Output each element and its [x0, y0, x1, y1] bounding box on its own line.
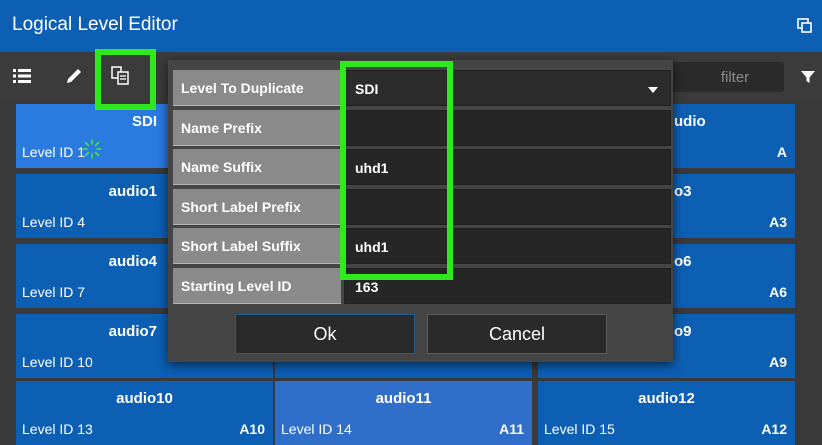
- window-title: Logical Level Editor: [12, 14, 178, 35]
- level-name: SDI: [131, 113, 157, 130]
- short-label-suffix-input[interactable]: uhd1: [344, 228, 671, 264]
- level-name: audio12: [638, 390, 695, 407]
- funnel-icon[interactable]: [800, 69, 816, 85]
- level-name: o9: [674, 323, 692, 340]
- field-label: Short Label Prefix: [173, 189, 341, 225]
- field-label: Level To Duplicate: [173, 70, 341, 106]
- starting-level-id-input[interactable]: 163: [344, 268, 671, 304]
- title-bar: Logical Level Editor: [0, 0, 822, 52]
- level-name: audio11: [375, 390, 432, 407]
- filter-input[interactable]: [656, 62, 784, 92]
- level-card[interactable]: audio12 Level ID 15 A12: [538, 381, 795, 445]
- level-id: Level ID 7: [22, 284, 86, 300]
- level-id: Level ID 13: [22, 421, 93, 437]
- level-name: o6: [674, 253, 692, 270]
- field-label: Short Label Suffix: [173, 228, 341, 264]
- level-name: o3: [674, 183, 692, 200]
- restore-window-icon[interactable]: [797, 18, 812, 33]
- level-id: Level ID 10: [22, 354, 93, 370]
- list-icon[interactable]: [8, 61, 36, 91]
- level-to-duplicate-select[interactable]: SDI: [344, 70, 671, 106]
- field-label: Name Prefix: [173, 110, 341, 146]
- duplicate-level-dialog: Level To Duplicate SDI Name Prefix Name …: [168, 60, 673, 362]
- level-id: Level ID 1: [22, 144, 86, 160]
- short-label: A11: [499, 421, 524, 437]
- ok-button[interactable]: Ok: [235, 314, 415, 354]
- field-label: Starting Level ID: [173, 268, 341, 304]
- level-id: Level ID 4: [22, 214, 86, 230]
- name-prefix-input[interactable]: [344, 110, 671, 146]
- level-name: audio1: [108, 183, 157, 200]
- field-label: Name Suffix: [173, 149, 341, 185]
- level-name: udio: [674, 113, 706, 130]
- level-id: Level ID 15: [544, 421, 615, 437]
- cancel-button[interactable]: Cancel: [427, 314, 607, 354]
- level-id: Level ID 14: [281, 421, 352, 437]
- level-name: audio4: [108, 253, 157, 270]
- selected-value: SDI: [355, 81, 379, 97]
- short-label: A: [776, 144, 787, 160]
- level-card[interactable]: audio10 Level ID 13 A10: [16, 381, 273, 445]
- dropdown-caret-icon[interactable]: [648, 87, 658, 93]
- duplicate-icon[interactable]: [106, 61, 134, 91]
- pencil-icon[interactable]: [60, 61, 88, 91]
- short-label: A6: [769, 284, 787, 300]
- short-label: A9: [769, 354, 787, 370]
- short-label: A10: [239, 421, 265, 437]
- level-name: audio10: [116, 390, 173, 407]
- spinner-icon: [82, 139, 102, 159]
- name-suffix-input[interactable]: uhd1: [344, 149, 671, 185]
- level-name: audio7: [108, 323, 157, 340]
- short-label: A3: [769, 214, 787, 230]
- level-card[interactable]: audio11 Level ID 14 A11: [275, 381, 532, 445]
- short-label-prefix-input[interactable]: [344, 189, 671, 225]
- short-label: A12: [761, 421, 787, 437]
- filter-field[interactable]: [656, 62, 784, 92]
